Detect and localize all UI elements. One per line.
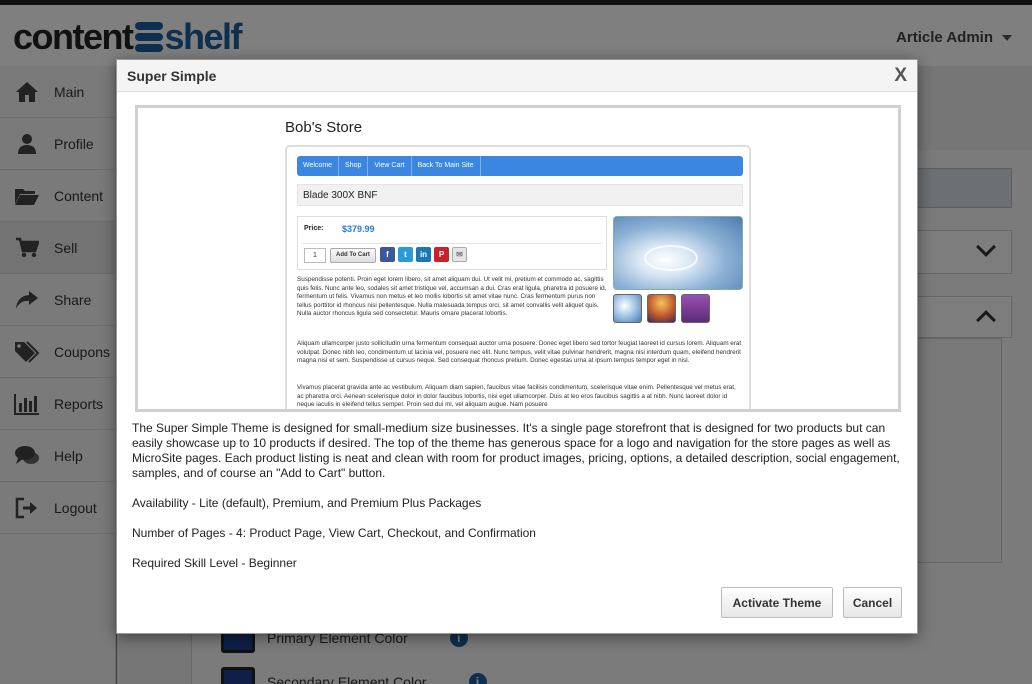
quantity-field: 1 [304, 248, 326, 263]
price-label: Price: [304, 225, 324, 232]
modal-header: Super Simple X [117, 60, 917, 92]
close-icon[interactable]: X [894, 66, 907, 85]
product-description-paragraph: Vivamus placerat gravida ante ac vestibu… [297, 384, 736, 408]
add-to-cart-button: Add To Cart [330, 248, 376, 263]
store-nav: Welcome Shop View Cart Back To Main Site [297, 156, 743, 176]
store-nav-shop: Shop [339, 156, 369, 176]
store-title: Bob's Store [285, 119, 363, 136]
product-description-paragraph: Suspendisse potenti. Proin eget lorem li… [297, 276, 607, 317]
availability-text: Availability - Lite (default), Premium, … [132, 496, 482, 510]
linkedin-icon: in [416, 247, 431, 262]
price-box: Price: $379.99 1 Add To Cart f t in P ✉ [297, 216, 607, 270]
activate-theme-button[interactable]: Activate Theme [721, 587, 833, 618]
skill-level-text: Required Skill Level - Beginner [132, 556, 297, 570]
theme-preview: Bob's Store Welcome Shop View Cart Back … [135, 105, 901, 412]
store-nav-back: Back To Main Site [412, 156, 481, 176]
product-thumbnail [613, 294, 642, 323]
store-frame: Welcome Shop View Cart Back To Main Site… [285, 145, 751, 409]
product-thumbnail [647, 294, 676, 323]
product-main-image [613, 216, 743, 290]
pages-text: Number of Pages - 4: Product Page, View … [132, 526, 536, 540]
facebook-icon: f [380, 247, 395, 262]
product-thumbnail [681, 294, 710, 323]
price-value: $379.99 [342, 224, 375, 234]
email-icon: ✉ [452, 247, 467, 262]
theme-description: The Super Simple Theme is designed for s… [132, 421, 902, 586]
product-description-paragraph: Aliquam ullamcorper justo sollicitudin u… [297, 340, 742, 364]
store-nav-welcome: Welcome [297, 156, 340, 176]
store-nav-view-cart: View Cart [368, 156, 412, 176]
cancel-button[interactable]: Cancel [843, 587, 902, 618]
modal-title: Super Simple [127, 67, 217, 84]
theme-modal: Super Simple X Bob's Store Welcome Shop … [116, 59, 918, 634]
twitter-icon: t [398, 247, 413, 262]
divider [302, 243, 602, 244]
theme-description-text: The Super Simple Theme is designed for s… [132, 421, 900, 480]
product-name: Blade 300X BNF [297, 184, 743, 206]
pinterest-icon: P [434, 247, 449, 262]
